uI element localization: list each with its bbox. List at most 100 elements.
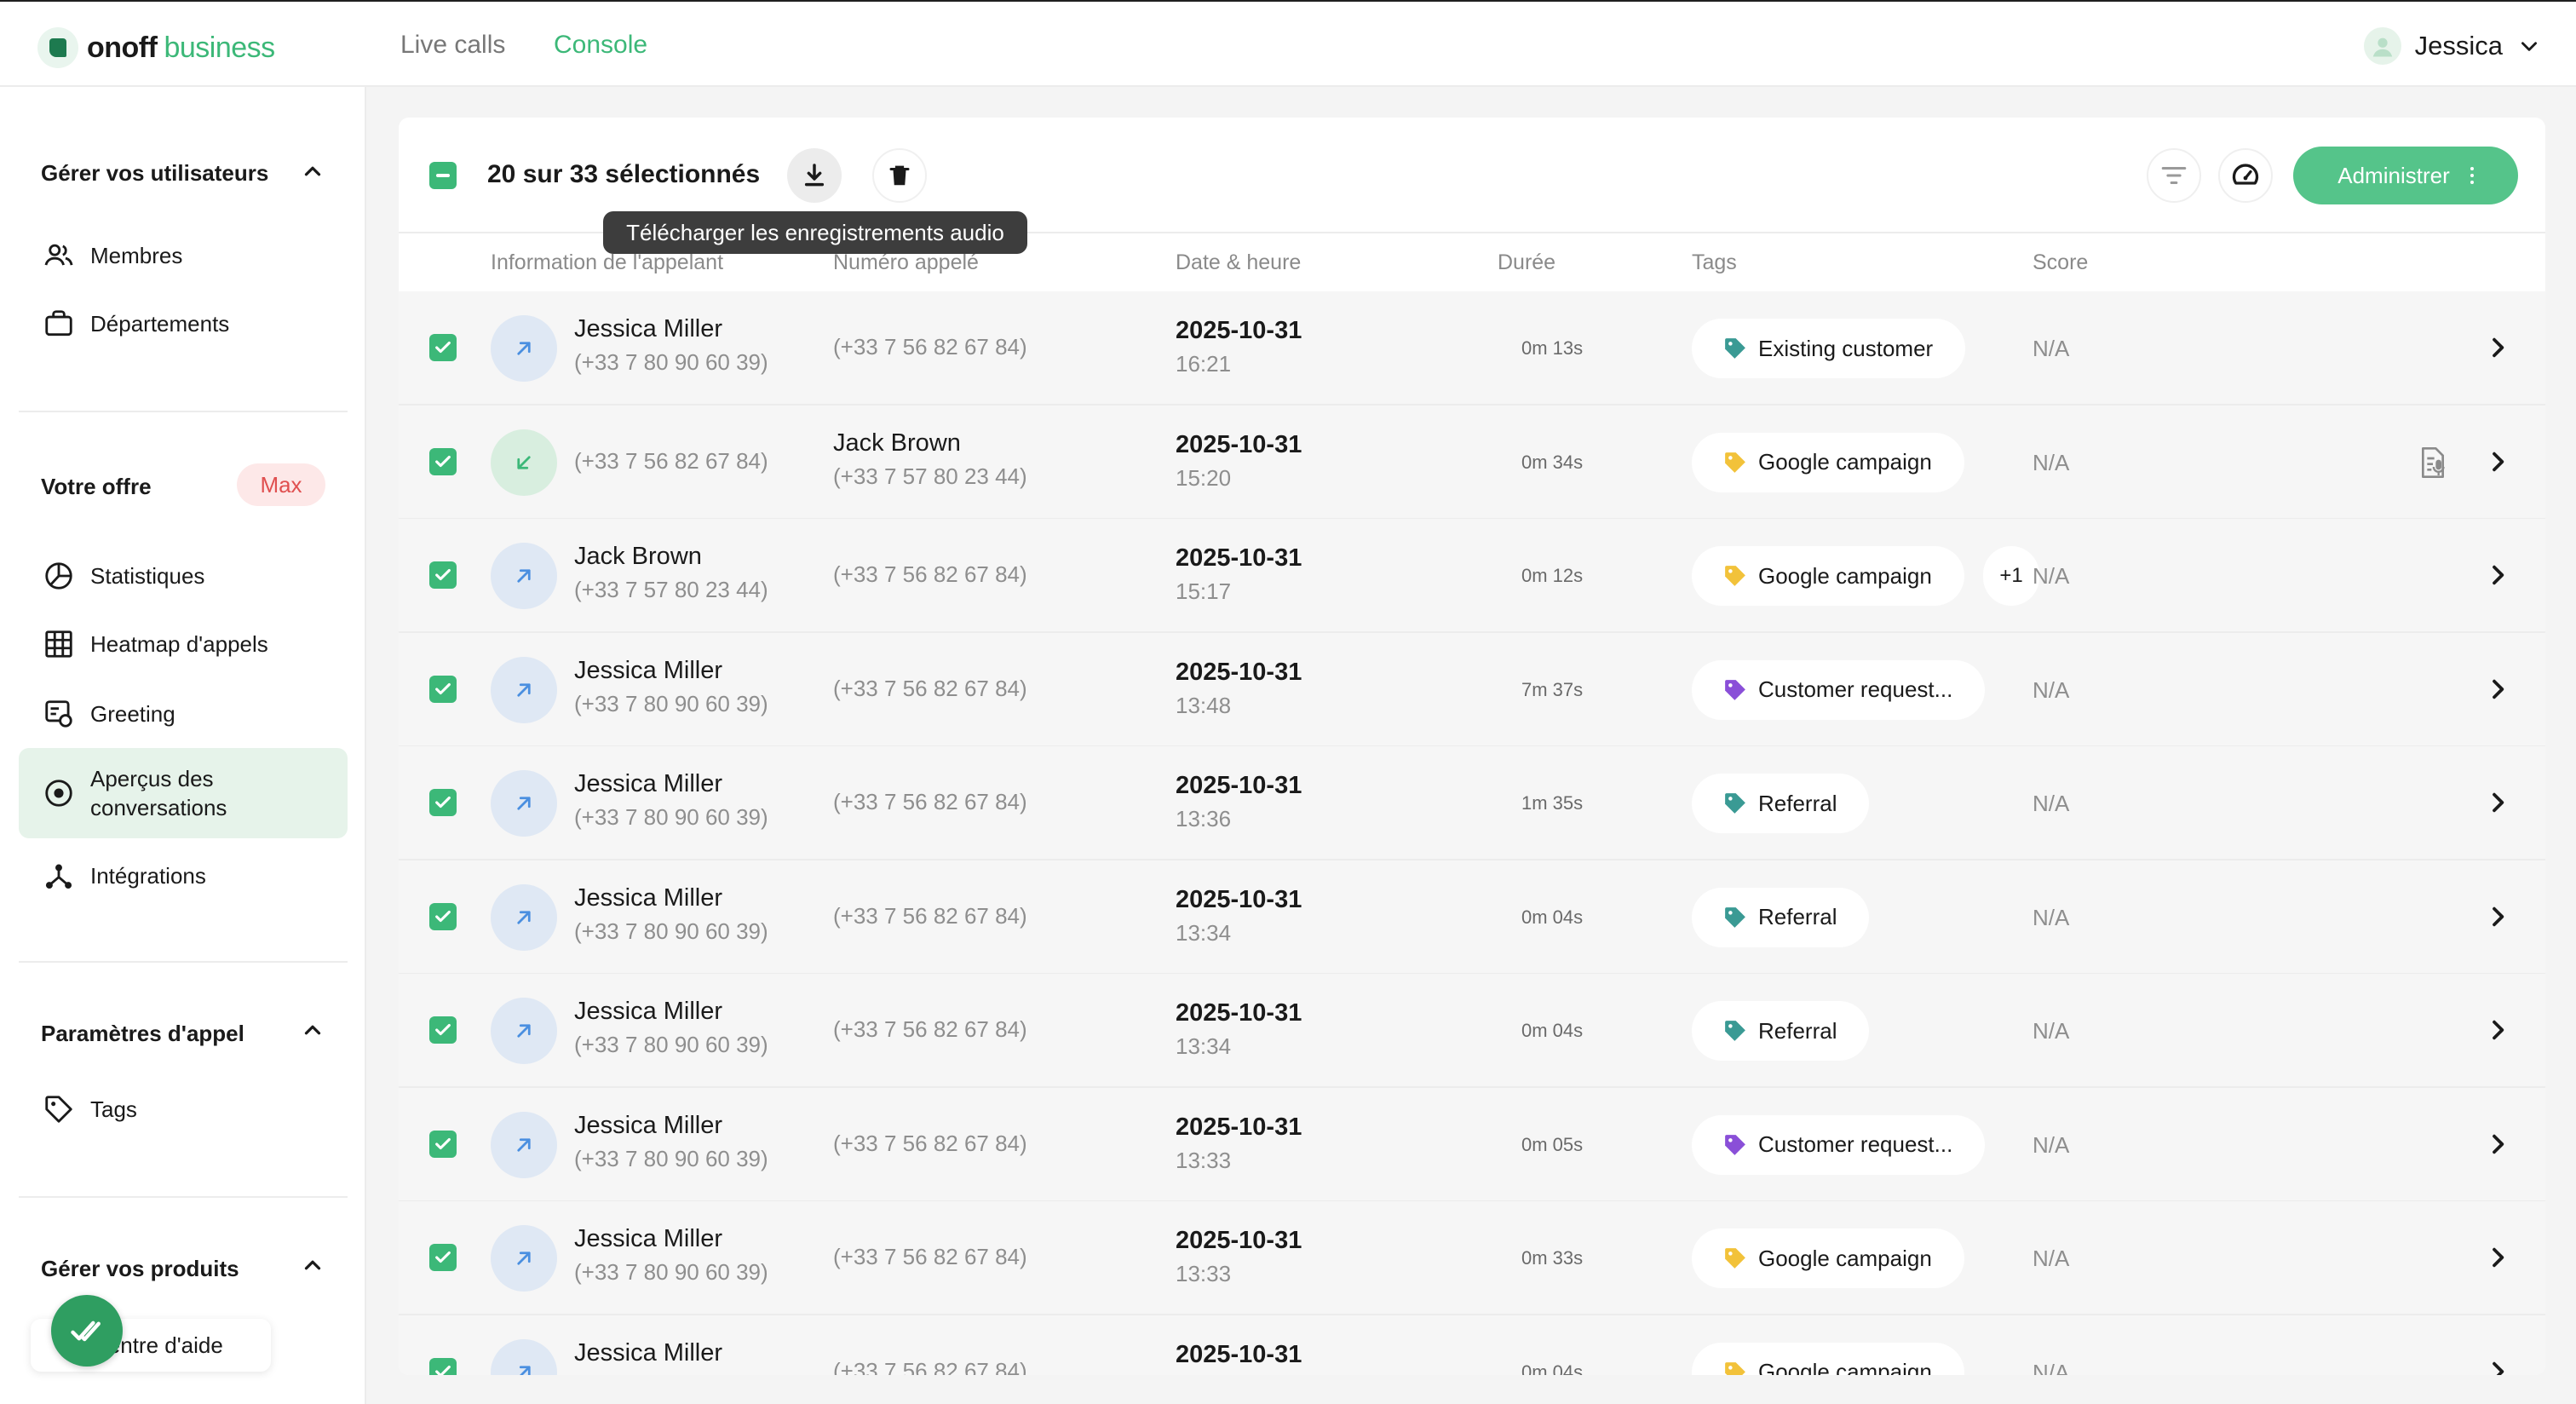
tag-chip[interactable]: Referral <box>1692 774 1870 833</box>
table-row[interactable]: Jessica Miller (+33 7 80 90 60 39) (+33 7 … <box>399 974 2545 1088</box>
section-title-call-settings: Paramètres d'appel <box>41 1021 244 1046</box>
nav-live-calls[interactable]: Live calls <box>400 31 505 60</box>
call-time: 16:21 <box>1176 351 1232 377</box>
select-all-checkbox[interactable] <box>429 162 457 189</box>
call-date: 2025-10-31 <box>1176 317 1302 344</box>
administer-label: Administrer <box>2337 162 2450 188</box>
sidebar-item-label: Greeting <box>90 701 175 727</box>
tag-icon <box>1725 906 1745 928</box>
tag-chip[interactable]: Google campaign <box>1692 1228 1964 1288</box>
table-row[interactable]: Jessica Miller (+33 7 80 90 60 39) (+33 7 … <box>399 291 2545 406</box>
more-tags-badge[interactable]: +1 <box>1983 546 2039 606</box>
column-header-datetime[interactable]: Date & heure <box>1176 250 1301 275</box>
table-row[interactable]: Jessica Miller (+33 7 80 90 60 39) (+33 7 … <box>399 632 2545 747</box>
gauge-button[interactable] <box>2218 148 2273 203</box>
tag-icon <box>1725 1134 1745 1155</box>
arrow-up-right-icon <box>517 1252 531 1265</box>
row-checkbox[interactable] <box>429 1357 457 1375</box>
tag-chip[interactable]: Existing customer <box>1692 319 1966 378</box>
check-icon <box>435 796 451 808</box>
chevron-right-icon[interactable] <box>2484 1358 2511 1376</box>
arrow-up-right-icon <box>517 797 531 810</box>
chevron-right-icon[interactable] <box>2484 789 2511 816</box>
chevron-right-icon[interactable] <box>2484 676 2511 703</box>
table-row[interactable]: Jessica Miller (+33 7 80 90 60 39) (+33 7 … <box>399 1087 2545 1202</box>
call-duration: 0m 04s <box>1521 1361 1584 1376</box>
table-row[interactable]: Jessica Miller (+33 7 80 90 60 39) (+33 7 … <box>399 1201 2545 1315</box>
brand-logo[interactable]: onoff business <box>37 27 275 68</box>
sidebar-item-heatmap[interactable]: Heatmap d'appels <box>19 620 348 668</box>
tag-chip[interactable]: Referral <box>1692 887 1870 947</box>
caller-name: Jessica Miller <box>574 998 723 1025</box>
help-fab-button[interactable] <box>51 1295 123 1367</box>
check-icon <box>435 455 451 467</box>
sidebar-item-tags[interactable]: Tags <box>19 1085 348 1133</box>
column-header-tags[interactable]: Tags <box>1692 250 1737 275</box>
chevron-right-icon[interactable] <box>2484 448 2511 475</box>
tag-chip[interactable]: Customer request... <box>1692 1114 1986 1175</box>
user-menu[interactable]: Jessica <box>2363 27 2540 65</box>
sidebar-item-integrations[interactable]: Intégrations <box>19 852 348 900</box>
gauge-icon <box>2232 164 2259 185</box>
sidebar-item-departments[interactable]: Départements <box>19 300 348 348</box>
tag-icon <box>45 1096 72 1123</box>
row-checkbox[interactable] <box>429 334 457 361</box>
call-score: N/A <box>2033 563 2070 589</box>
tag-label: Existing customer <box>1758 335 1934 361</box>
called-number: (+33 7 56 82 67 84) <box>833 561 1027 587</box>
delete-button[interactable] <box>872 148 927 203</box>
row-checkbox[interactable] <box>429 1016 457 1044</box>
table-row[interactable]: Jessica Miller (+33 7 80 90 60 39) (+33 7 … <box>399 860 2545 975</box>
chevron-up-icon[interactable] <box>300 1252 325 1278</box>
caller-number: (+33 7 80 90 60 39) <box>574 349 768 375</box>
tag-label: Referral <box>1758 790 1837 816</box>
chevron-right-icon[interactable] <box>2484 1016 2511 1044</box>
arrow-up-right-icon <box>517 1024 531 1038</box>
sidebar-item-label: Statistiques <box>90 563 205 589</box>
tag-icon <box>1725 452 1745 473</box>
tag-chip[interactable]: Customer request... <box>1692 659 1986 720</box>
row-checkbox[interactable] <box>429 902 457 930</box>
call-score: N/A <box>2033 1018 2070 1044</box>
column-header-called[interactable]: Numéro appelé <box>833 250 979 275</box>
call-time: 13:33 <box>1176 1261 1232 1286</box>
sidebar-item-label: Départements <box>90 311 230 337</box>
called-number: (+33 7 57 80 23 44) <box>833 463 1027 489</box>
tag-chip[interactable]: Referral <box>1692 1001 1870 1061</box>
chevron-right-icon[interactable] <box>2484 1244 2511 1271</box>
chevron-right-icon[interactable] <box>2484 903 2511 930</box>
row-checkbox[interactable] <box>429 561 457 589</box>
sidebar-item-conversations[interactable]: Aperçus des conversations <box>19 748 348 838</box>
row-checkbox[interactable] <box>429 1130 457 1158</box>
row-checkbox[interactable] <box>429 1244 457 1271</box>
row-checkbox[interactable] <box>429 447 457 475</box>
table-row[interactable]: Jack Brown (+33 7 57 80 23 44) (+33 7 56 8… <box>399 519 2545 633</box>
transcript-icon[interactable] <box>2416 445 2450 480</box>
sidebar-item-members[interactable]: Membres <box>19 232 348 279</box>
tag-chip[interactable]: Google campaign <box>1692 546 1964 606</box>
chevron-right-icon[interactable] <box>2484 334 2511 361</box>
nav-console[interactable]: Console <box>554 31 647 60</box>
administer-button[interactable]: Administrer <box>2293 147 2518 204</box>
table-row[interactable]: (+33 7 56 82 67 84) Jack Brown (+33 7 57 8… <box>399 405 2545 520</box>
table-row[interactable]: Jessica Miller (+33 7 80 90 60 39) (+33 7 … <box>399 746 2545 860</box>
brand-name-light: business <box>164 31 275 64</box>
download-recordings-button[interactable] <box>787 148 842 203</box>
column-header-duration[interactable]: Durée <box>1498 250 1555 275</box>
chevron-up-icon[interactable] <box>300 1017 325 1043</box>
tag-icon <box>1725 1361 1745 1375</box>
chevron-up-icon[interactable] <box>300 158 325 184</box>
column-header-caller[interactable]: Information de l'appelant <box>491 250 723 275</box>
column-header-score[interactable]: Score <box>2033 250 2088 275</box>
row-checkbox[interactable] <box>429 789 457 816</box>
tag-chip[interactable]: Google campaign <box>1692 432 1964 492</box>
sidebar-item-greeting[interactable]: Greeting <box>19 690 348 738</box>
chevron-right-icon[interactable] <box>2484 561 2511 589</box>
table-row[interactable]: Jessica Miller (+33 7 80 90 60 39) (+33 7 … <box>399 1315 2545 1376</box>
row-checkbox[interactable] <box>429 675 457 703</box>
call-duration: 0m 04s <box>1521 1020 1584 1041</box>
filter-button[interactable] <box>2147 148 2201 203</box>
tag-chip[interactable]: Google campaign <box>1692 1342 1964 1375</box>
chevron-right-icon[interactable] <box>2484 1131 2511 1158</box>
sidebar-item-statistics[interactable]: Statistiques <box>19 552 348 600</box>
